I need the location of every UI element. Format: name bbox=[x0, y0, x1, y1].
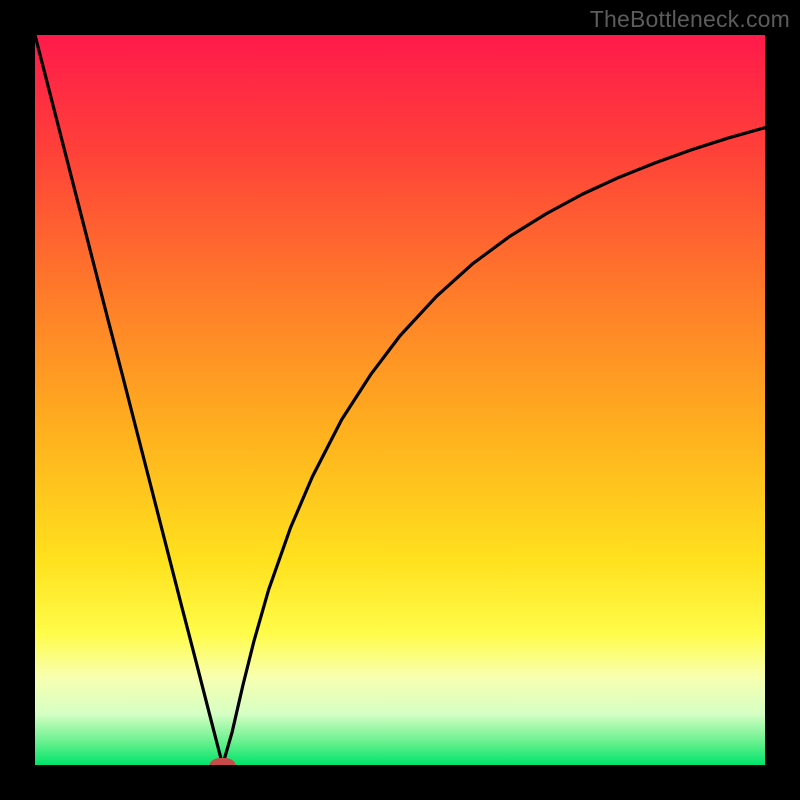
watermark-label: TheBottleneck.com bbox=[590, 6, 790, 33]
gradient-background bbox=[35, 35, 765, 765]
bottleneck-chart bbox=[35, 35, 765, 765]
chart-frame bbox=[35, 35, 765, 765]
